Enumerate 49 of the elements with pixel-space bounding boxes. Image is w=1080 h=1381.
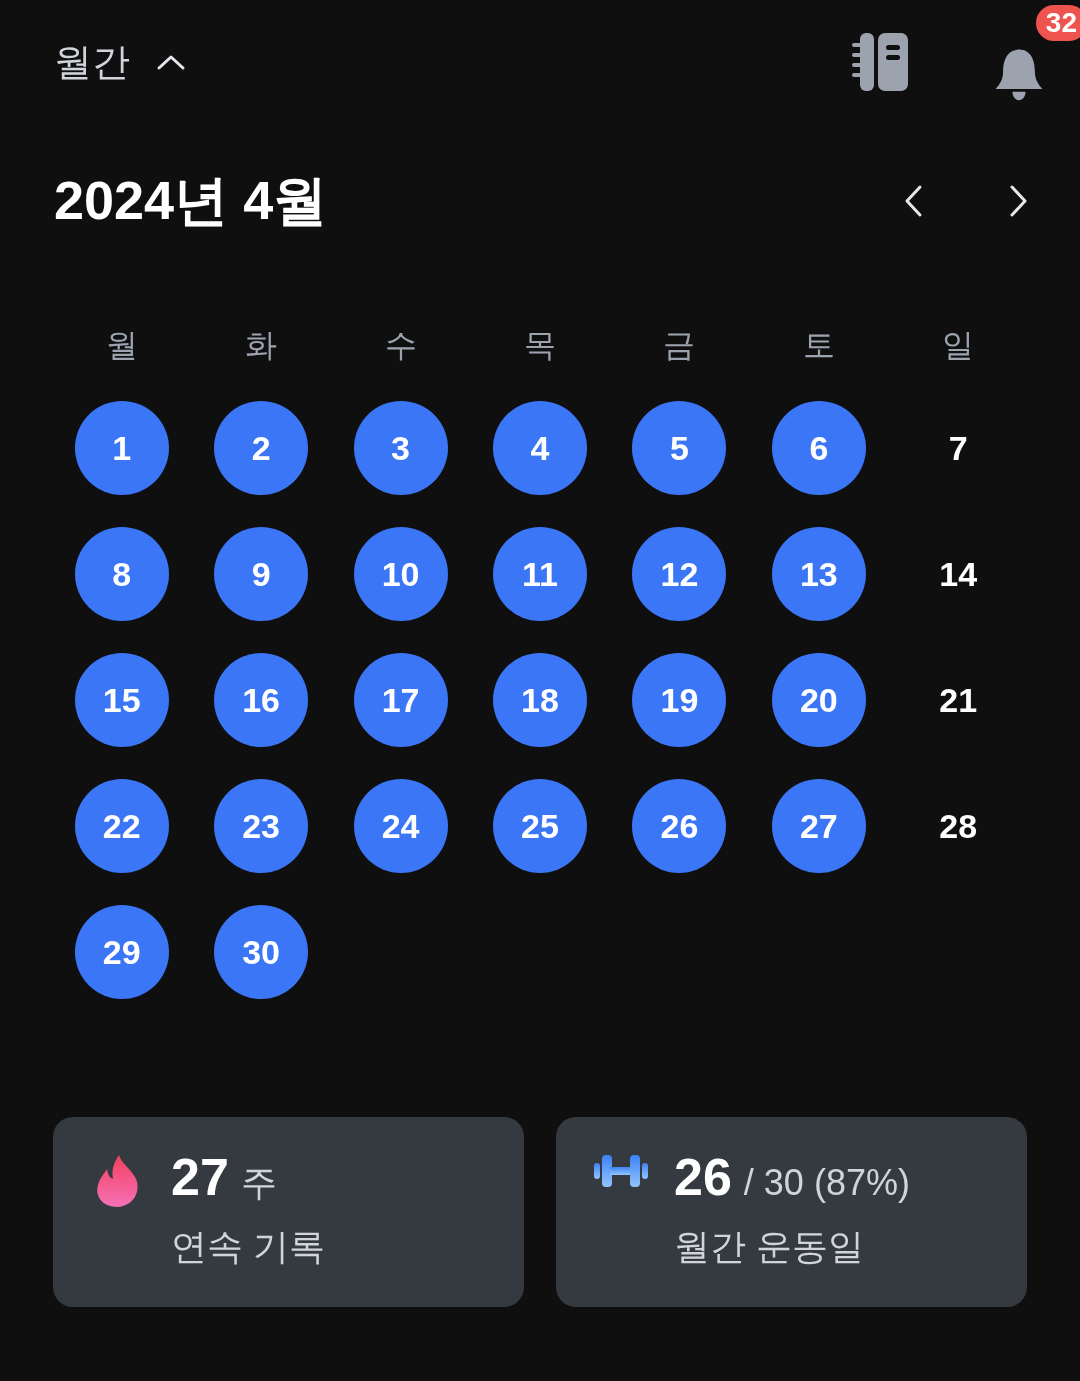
completed-day[interactable]: 17: [353, 653, 448, 747]
completed-day[interactable]: 22: [74, 779, 169, 873]
weekday-label: 토: [802, 326, 835, 365]
view-toggle-button[interactable]: 월간: [54, 33, 186, 91]
weekday-label: 일: [942, 326, 975, 365]
completed-day[interactable]: 4: [493, 401, 587, 495]
completed-day[interactable]: 25: [493, 779, 587, 873]
weekday-label: 월: [105, 326, 138, 365]
notifications-button[interactable]: 32: [990, 2, 1080, 102]
completed-day[interactable]: 18: [493, 653, 587, 747]
completed-day[interactable]: 29: [74, 905, 169, 999]
completed-day[interactable]: 9: [214, 527, 309, 621]
completed-day[interactable]: 27: [771, 779, 866, 873]
flame-icon: [95, 1153, 141, 1209]
calendar-day[interactable]: 28: [911, 779, 1006, 873]
weekday-label: 수: [384, 326, 417, 365]
completed-day[interactable]: 13: [771, 527, 866, 621]
weekday-label: 금: [663, 326, 696, 365]
completed-day[interactable]: 30: [214, 905, 309, 999]
stat-suffix: / 30 (87%): [743, 1161, 910, 1205]
stat-value: 27: [171, 1151, 229, 1203]
calendar-day[interactable]: 7: [911, 401, 1006, 495]
completed-day[interactable]: 2: [214, 401, 309, 495]
completed-day[interactable]: 10: [353, 527, 448, 621]
completed-day[interactable]: 5: [632, 401, 727, 495]
completed-day[interactable]: 19: [632, 653, 727, 747]
completed-day[interactable]: 12: [632, 527, 727, 621]
completed-day[interactable]: 6: [771, 401, 866, 495]
completed-day[interactable]: 23: [214, 779, 309, 873]
completed-day[interactable]: 11: [493, 527, 587, 621]
completed-day[interactable]: 8: [74, 527, 169, 621]
weekday-label: 목: [524, 326, 556, 365]
completed-day[interactable]: 15: [74, 653, 169, 747]
completed-day[interactable]: 3: [353, 401, 448, 495]
stat-suffix: 주: [240, 1161, 277, 1205]
completed-day[interactable]: 24: [353, 779, 448, 873]
calendar-day[interactable]: 14: [911, 527, 1006, 621]
calendar-day[interactable]: 21: [911, 653, 1006, 747]
dumbbell-icon: [594, 1153, 648, 1189]
completed-day[interactable]: 16: [214, 653, 309, 747]
weekday-label: 화: [245, 326, 278, 365]
notebook-icon[interactable]: [852, 31, 910, 93]
stat-label: 연속 기록: [171, 1225, 325, 1269]
stat-label: 월간 운동일: [674, 1225, 865, 1269]
completed-day[interactable]: 26: [632, 779, 727, 873]
stat-value: 26: [674, 1151, 732, 1203]
completed-day[interactable]: 1: [74, 401, 169, 495]
completed-day[interactable]: 20: [771, 653, 866, 747]
month-title: 2024년 4월: [54, 169, 328, 232]
